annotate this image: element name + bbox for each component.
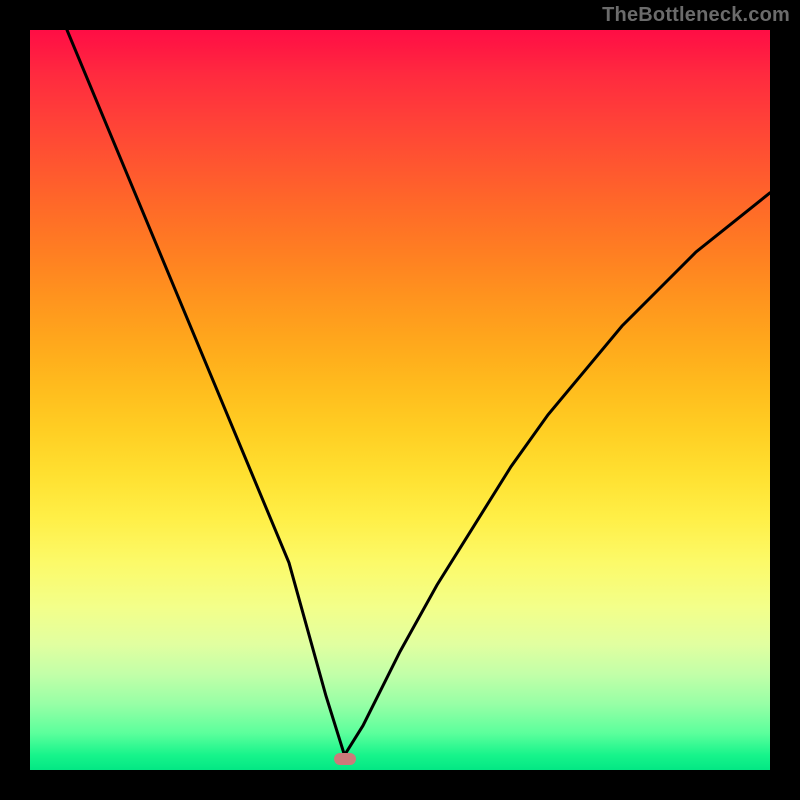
plot-area xyxy=(30,30,770,770)
bottleneck-curve xyxy=(30,30,770,770)
watermark-text: TheBottleneck.com xyxy=(602,4,790,27)
chart-frame: TheBottleneck.com xyxy=(0,0,800,800)
optimal-marker xyxy=(334,753,356,765)
